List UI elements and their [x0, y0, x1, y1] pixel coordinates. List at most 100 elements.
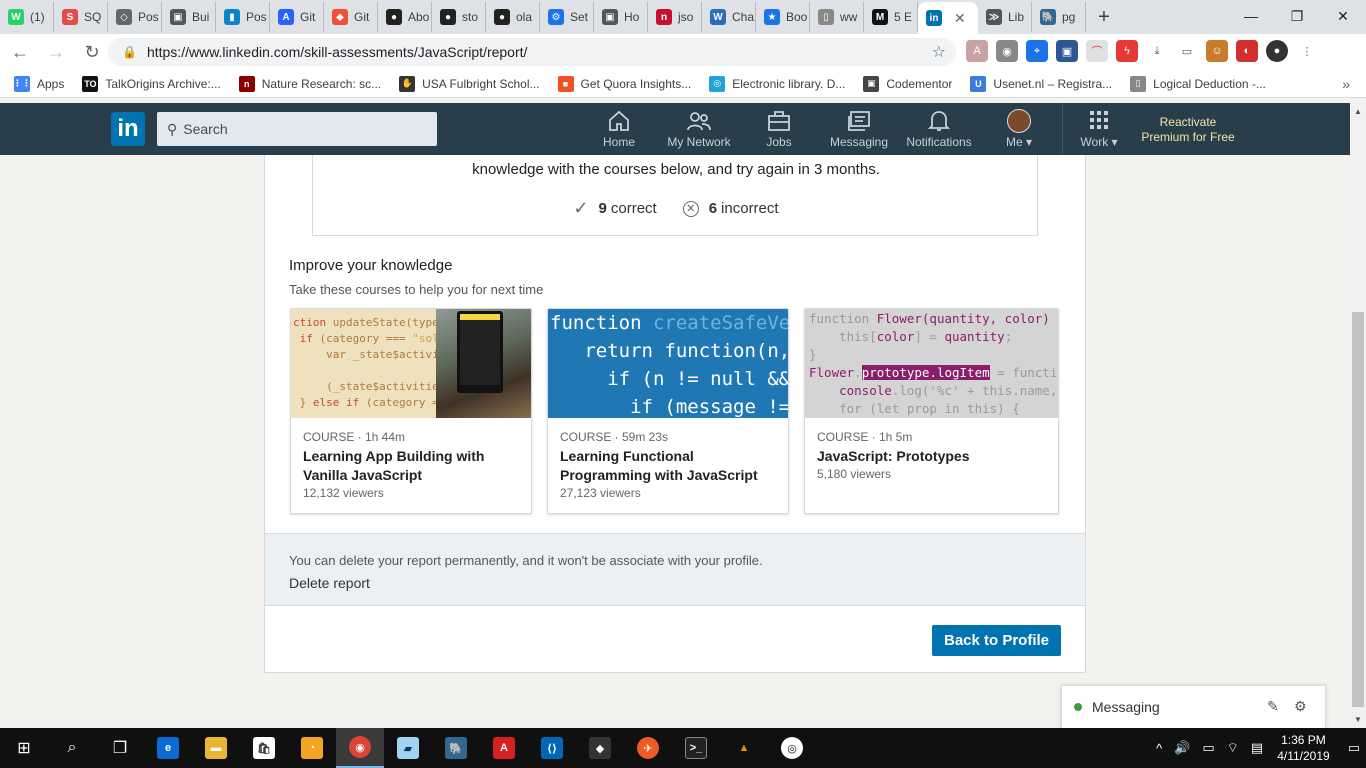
vscode-icon[interactable]: ⟨⟩ [528, 728, 576, 768]
obs-icon[interactable]: ◎ [768, 728, 816, 768]
nav-notifications[interactable]: Notifications [903, 109, 975, 151]
bookmark-star-icon[interactable]: ☆ [932, 42, 946, 62]
nav-jobs[interactable]: Jobs [762, 109, 796, 151]
minimize-button[interactable]: — [1228, 0, 1274, 32]
rainbow-extension-icon[interactable]: ⌒ [1086, 40, 1108, 62]
volume-icon[interactable]: 🔊 [1174, 740, 1190, 756]
browser-tab[interactable]: ▣ Ho [594, 2, 648, 32]
crosshair-extension-icon[interactable]: ⌖ [1026, 40, 1048, 62]
browser-tab[interactable]: ⚙ Set [540, 2, 594, 32]
bookmark-item[interactable]: ▣ Codementor [863, 75, 952, 92]
bookmark-item[interactable]: ■ Get Quora Insights... [557, 75, 691, 92]
browser-tab[interactable]: ≫ Lib [978, 2, 1032, 32]
browser-tab[interactable]: ▯ ww [810, 2, 864, 32]
monkey-extension-icon[interactable]: ☺ [1206, 40, 1228, 62]
compose-icon[interactable]: ✎ [1267, 698, 1279, 715]
browser-tab[interactable]: W (1) [0, 2, 54, 32]
browser-tab[interactable]: ▮ Pos [216, 2, 270, 32]
browser-tab[interactable]: ● sto [432, 2, 486, 32]
reload-icon[interactable]: ↻ [76, 36, 108, 68]
browser-tab[interactable]: ◆ Git [324, 2, 378, 32]
edge-icon[interactable]: e [144, 728, 192, 768]
close-window-button[interactable]: ✕ [1320, 0, 1366, 32]
scroll-up-arrow-icon[interactable]: ▲ [1354, 107, 1362, 116]
scrollbar-thumb[interactable] [1352, 312, 1364, 707]
browser-tab[interactable]: W Cha [702, 2, 756, 32]
file-explorer-icon[interactable]: ▬ [192, 728, 240, 768]
acrobat-icon[interactable]: A [480, 728, 528, 768]
bookmark-item[interactable]: ◎ Electronic library. D... [709, 75, 845, 92]
bookmark-item[interactable]: ⋮⋮ Apps [13, 75, 64, 92]
nav-home[interactable]: Home [597, 109, 641, 151]
browser-tab[interactable]: 🐘 pg [1032, 2, 1086, 32]
chrome-icon[interactable]: ◉ [336, 728, 384, 768]
forward-arrow-icon[interactable]: → [40, 36, 72, 68]
nav-work[interactable]: Work ▾ [1076, 109, 1122, 151]
maximize-button[interactable]: ❐ [1274, 0, 1320, 32]
delete-report-link[interactable]: Delete report [289, 575, 370, 591]
start-windows-icon[interactable]: ⊞ [0, 728, 48, 768]
browser-tab[interactable]: A Git [270, 2, 324, 32]
bookmark-item[interactable]: n Nature Research: sc... [238, 75, 381, 92]
nav-messaging[interactable]: Messaging [828, 109, 890, 151]
browser-tab[interactable]: ▣ Bui [162, 2, 216, 32]
chevron-up-icon[interactable]: ^ [1156, 741, 1162, 756]
camera-extension-icon[interactable]: ◉ [996, 40, 1018, 62]
url-text[interactable]: https://www.linkedin.com/skill-assessmen… [147, 44, 527, 60]
course-card[interactable]: ction updateState(type) if (category ===… [290, 308, 532, 514]
browser-tab[interactable]: S SQ [54, 2, 108, 32]
new-tab-button[interactable]: + [1090, 3, 1118, 31]
postgres-icon[interactable]: 🐘 [432, 728, 480, 768]
browser-tab[interactable]: ★ Boo [756, 2, 810, 32]
bookmark-item[interactable]: ▯ Logical Deduction -... [1130, 75, 1266, 92]
course-title[interactable]: Learning App Building with Vanilla JavaS… [303, 447, 519, 485]
course-thumbnail[interactable]: ction updateState(type) if (category ===… [291, 309, 531, 418]
course-title[interactable]: Learning Functional Programming with Jav… [560, 447, 776, 485]
menu-kebab-icon[interactable]: ⋮ [1296, 40, 1318, 62]
red-extension-icon[interactable]: ◐ [1236, 40, 1258, 62]
close-tab-icon[interactable]: ✕ [954, 10, 966, 27]
action-center-icon[interactable]: ▭ [1348, 740, 1360, 756]
back-to-profile-button[interactable]: Back to Profile [932, 625, 1061, 656]
course-title[interactable]: JavaScript: Prototypes [817, 447, 1046, 466]
browser-tab[interactable]: ◇ Pos [108, 2, 162, 32]
messaging-widget[interactable]: Messaging ✎ ⚙ [1061, 685, 1326, 728]
flash-extension-icon[interactable]: ϟ [1116, 40, 1138, 62]
course-thumbnail[interactable]: function Flower(quantity, color) { this[… [805, 309, 1058, 418]
store-icon[interactable]: 🛍 [240, 728, 288, 768]
page-scrollbar[interactable]: ▲ ▼ [1350, 103, 1366, 728]
browser-tab[interactable]: M 5 E [864, 2, 918, 32]
battery-icon[interactable]: ▭ [1202, 740, 1214, 756]
terminal-icon[interactable]: >_ [672, 728, 720, 768]
browser-tab[interactable]: ● Abo [378, 2, 432, 32]
keyboard-icon[interactable]: ▤ [1251, 740, 1263, 756]
git-kraken-icon[interactable]: ◆ [576, 728, 624, 768]
bookmark-item[interactable]: ✋ USA Fulbright Schol... [399, 75, 540, 92]
reactivate-premium-link[interactable]: Reactivate Premium for Free [1138, 115, 1238, 145]
task-view-icon[interactable]: ❐ [96, 728, 144, 768]
browser-tab[interactable]: in ✕ [918, 2, 978, 34]
postman-icon[interactable]: ✈ [624, 728, 672, 768]
nav-me[interactable]: Me ▾ [1000, 109, 1038, 151]
settings-gear-icon[interactable]: ⚙ [1294, 698, 1307, 715]
nav-my-network[interactable]: My Network [664, 109, 734, 151]
linkedin-logo-icon[interactable]: in [111, 112, 145, 146]
course-card[interactable]: function createSafeVers return function(… [547, 308, 789, 514]
profile-avatar-icon[interactable]: ● [1266, 40, 1288, 62]
course-card[interactable]: function Flower(quantity, color) { this[… [804, 308, 1059, 514]
wifi-icon[interactable]: ⌔ [1227, 740, 1239, 756]
browser-tab[interactable]: n jso [648, 2, 702, 32]
book-extension-icon[interactable]: ▣ [1056, 40, 1078, 62]
cast-extension-icon[interactable]: ▭ [1176, 40, 1198, 62]
bookmark-item[interactable]: U Usenet.nl – Registra... [970, 75, 1112, 92]
sticky-app-icon[interactable]: ▰ [384, 728, 432, 768]
search-input[interactable]: ⚲ Search [157, 112, 437, 146]
search-icon[interactable]: ⌕ [48, 728, 96, 768]
bookmark-item[interactable]: TO TalkOrigins Archive:... [82, 75, 221, 92]
app-orange-icon[interactable]: ◔ [288, 728, 336, 768]
scroll-down-arrow-icon[interactable]: ▼ [1354, 715, 1362, 724]
system-clock[interactable]: 1:36 PM 4/11/2019 [1277, 732, 1330, 764]
messaging-widget-label[interactable]: Messaging [1092, 699, 1160, 715]
download-icon[interactable]: ⤓ [1146, 40, 1168, 62]
address-bar[interactable]: 🔒 https://www.linkedin.com/skill-assessm… [108, 38, 956, 66]
